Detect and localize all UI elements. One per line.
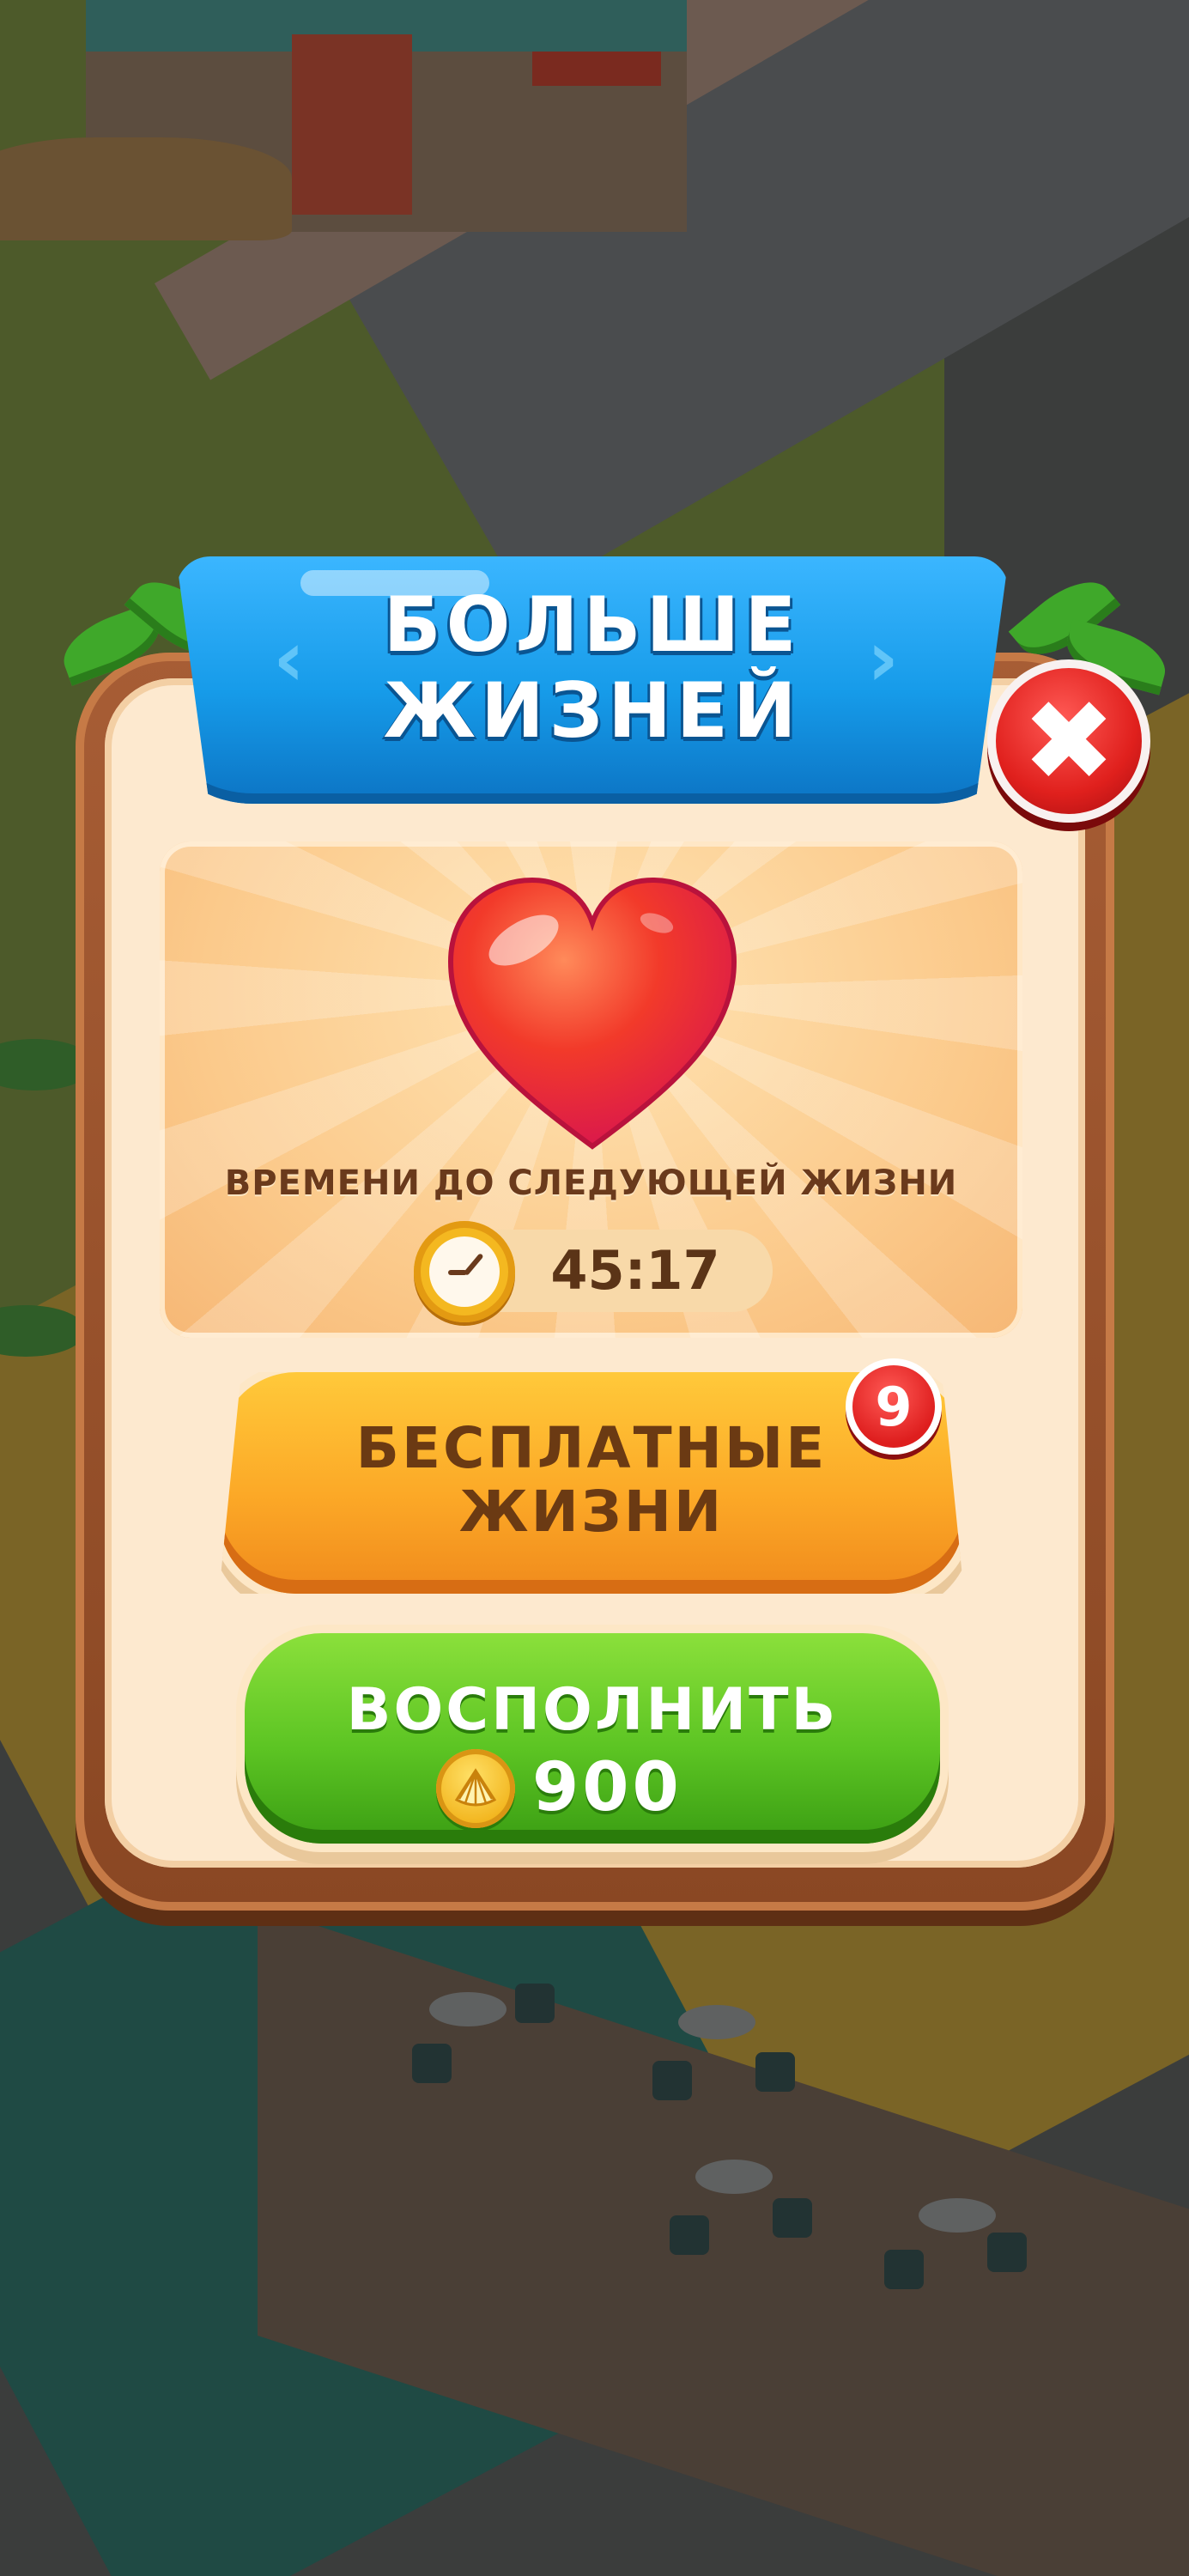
cafe-chair — [412, 2044, 452, 2083]
shell-coin-icon — [436, 1749, 515, 1828]
dialog-title: БОЛЬШЕ ЖИЗНЕЙ — [383, 580, 802, 755]
next-life-label: ВРЕМЕНИ ДО СЛЕДУЮЩЕЙ ЖИЗНИ — [224, 1163, 958, 1203]
refill-lives-label[interactable]: ВОСПОЛНИТЬ — [245, 1679, 940, 1742]
free-lives-count-badge: 9 — [846, 1358, 942, 1455]
cafe-chair — [987, 2233, 1027, 2272]
cafe-table — [695, 2160, 773, 2194]
cafe-table — [919, 2198, 996, 2233]
beach-hut — [0, 137, 292, 240]
cafe-table — [678, 2005, 755, 2039]
close-button[interactable]: ✖ — [987, 659, 1150, 823]
cafe-table — [429, 1992, 507, 2026]
heart-icon — [447, 877, 737, 1150]
free-lives-label[interactable]: БЕСПЛАТНЫЕ ЖИЗНИ — [219, 1417, 964, 1544]
cafe-chair — [755, 2052, 795, 2092]
cafe-chair — [652, 2061, 692, 2100]
refill-price: 900 — [532, 1749, 682, 1826]
clock-icon — [414, 1221, 515, 1322]
cafe-chair — [670, 2215, 709, 2255]
cafe-chair — [515, 1984, 555, 2023]
next-life-timer: 45:17 — [550, 1239, 720, 1302]
cafe-chair — [884, 2250, 924, 2289]
close-icon: ✖ — [1022, 676, 1116, 806]
cafe-chair — [773, 2198, 812, 2238]
